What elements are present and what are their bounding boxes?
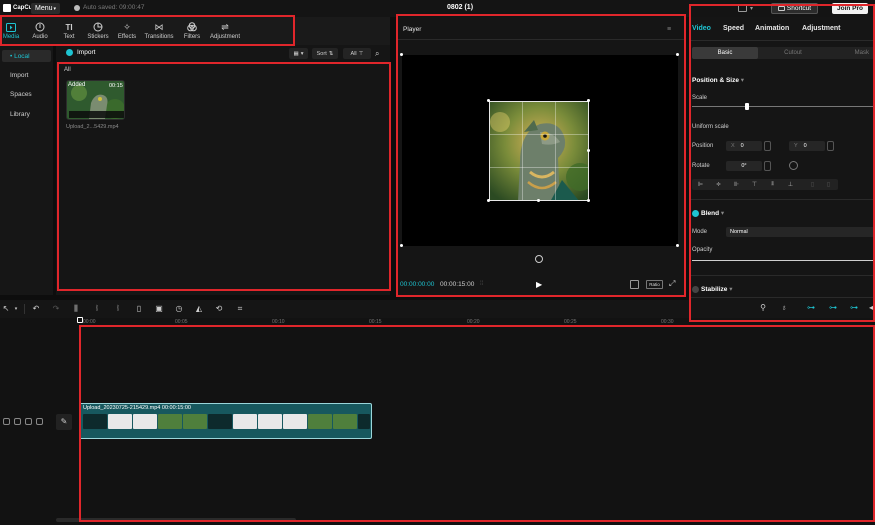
redo-icon[interactable]: ↷ <box>50 303 62 315</box>
plus-circle-icon <box>66 49 73 56</box>
menu-button[interactable]: Menu ▾ <box>31 3 60 14</box>
split-icon[interactable]: ⫼ <box>70 303 82 315</box>
delete-icon[interactable]: ▯ <box>133 303 145 315</box>
lock-icon[interactable] <box>14 418 21 425</box>
sort-button[interactable]: Sort ⇅ <box>312 48 338 59</box>
media-sidebar <box>0 45 53 295</box>
app-logo: CapCut <box>3 4 34 12</box>
grid-view-icon: ▦ <box>293 50 299 57</box>
undo-icon[interactable]: ↶ <box>30 303 42 315</box>
crop-icon[interactable]: ⌗ <box>234 303 246 315</box>
capcut-logo-icon <box>3 4 11 12</box>
import-label: Import <box>77 49 96 56</box>
highlight-inspector <box>689 4 875 322</box>
highlight-toolbar <box>0 15 295 46</box>
rotate-icon[interactable]: ⟲ <box>213 303 225 315</box>
sidebar-item-local[interactable]: • Local <box>2 50 51 62</box>
mirror-icon[interactable]: ◭ <box>193 303 205 315</box>
freeze-icon[interactable]: ▣ <box>153 303 165 315</box>
playhead-handle[interactable] <box>77 317 83 323</box>
cloud-check-icon <box>74 4 80 11</box>
view-toggle-button[interactable]: ▦ ▾ <box>289 48 308 59</box>
timeline-toolbar <box>0 300 689 318</box>
split-left-icon[interactable]: ⦚ <box>91 303 103 315</box>
filter-icon: ⊤ <box>358 50 364 57</box>
edit-cover-icon[interactable]: ✎ <box>56 414 72 430</box>
sort-icon: ⇅ <box>328 50 334 57</box>
filter-label: All <box>350 50 357 57</box>
split-right-icon[interactable]: ⦚ <box>112 303 124 315</box>
search-icon[interactable]: ⌕ <box>375 49 379 59</box>
chevron-down-icon: ▾ <box>300 50 304 57</box>
sidebar-item-library[interactable]: Library <box>2 108 51 120</box>
highlight-media-area <box>57 62 391 291</box>
play-circle-icon[interactable]: ◷ <box>173 303 185 315</box>
track-controls <box>3 418 43 425</box>
chevron-down-icon[interactable]: ▾ <box>10 303 22 315</box>
speaker-icon[interactable] <box>36 418 43 425</box>
autosave-text: Auto saved: 09:00:47 <box>83 4 145 11</box>
highlight-player <box>396 14 686 297</box>
sidebar-item-spaces[interactable]: Spaces <box>2 88 51 100</box>
track-cover-icon[interactable] <box>3 418 10 425</box>
sidebar-item-import[interactable]: Import <box>2 69 51 81</box>
import-button[interactable]: Import <box>66 49 95 56</box>
project-title[interactable]: 0802 (1) <box>420 4 500 11</box>
menu-button-label: Menu <box>34 5 53 12</box>
highlight-timeline <box>79 325 875 522</box>
filter-button[interactable]: All ⊤ <box>343 48 371 59</box>
chevron-down-icon: ▾ <box>53 5 57 12</box>
toolbar-divider <box>24 304 25 314</box>
eye-icon[interactable] <box>25 418 32 425</box>
sort-label: Sort <box>316 50 327 57</box>
autosave-status: Auto saved: 09:00:47 <box>74 4 144 11</box>
